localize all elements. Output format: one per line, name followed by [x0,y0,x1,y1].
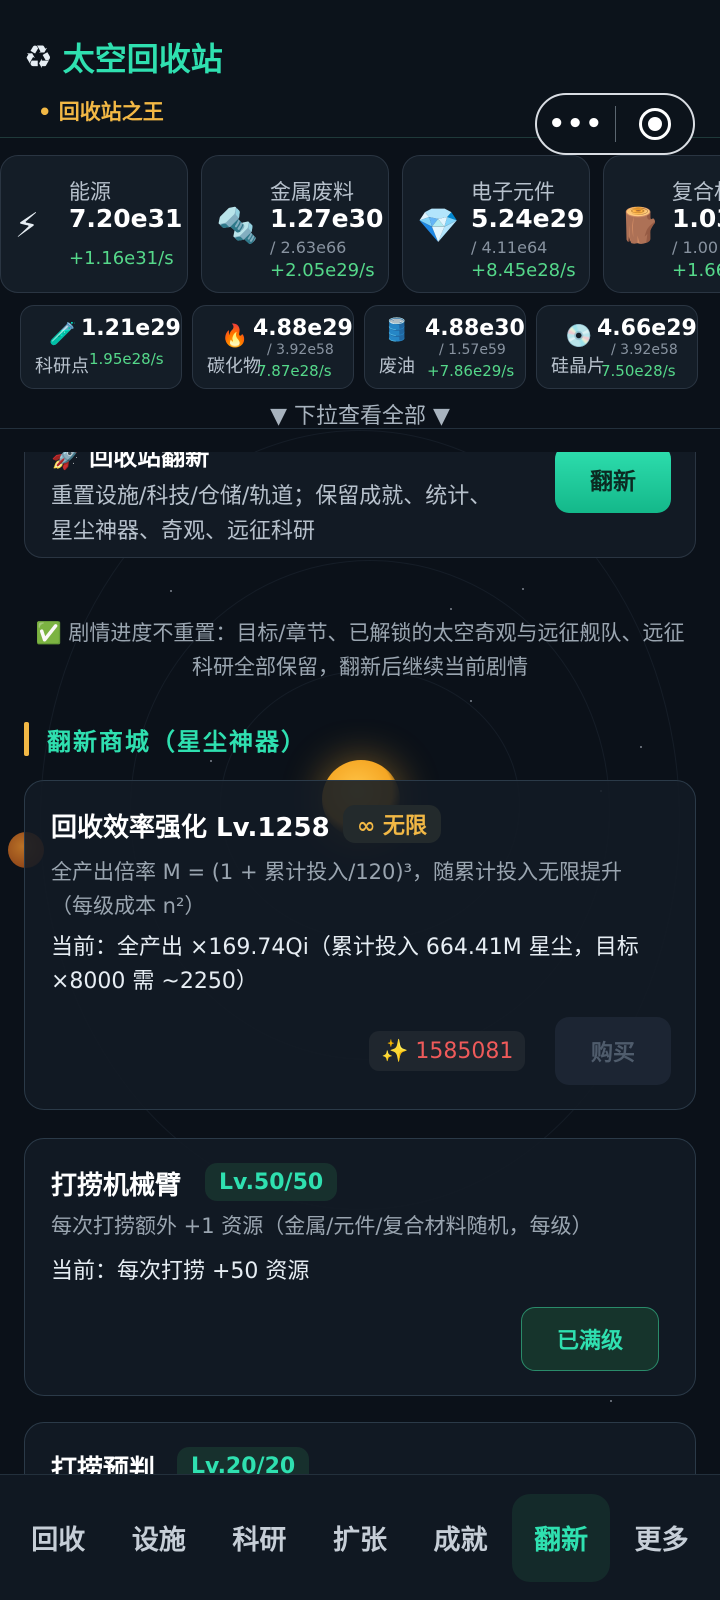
level-badge: Lv.20/20 [177,1447,310,1474]
resource-capacity: / 3.92e58 [267,342,334,358]
resource-value: 1.21e29 [81,316,181,341]
resource-name: 硅晶片 [551,356,605,377]
resource-name: 能源 [69,180,111,204]
disc-icon: 💿 [565,324,593,349]
nav-research[interactable]: 科研 [210,1494,308,1582]
nav-more[interactable]: 更多 [613,1494,711,1582]
refresh-panel-title: 🚀 回收站翻新 [51,452,210,471]
resource-card-silicon-wafer[interactable]: 💿 4.66e29 / 3.92e58 硅晶片 7.50e28/s [536,305,698,389]
resource-card-energy[interactable]: ⚡ 能源 7.20e31 +1.16e31/s [0,155,188,293]
resource-capacity: / 3.92e58 [611,342,678,358]
section-accent-bar [24,722,29,756]
resource-card-metal[interactable]: 🔩 金属废料 1.27e30 / 2.63e66 +2.05e29/s [201,155,389,293]
infinite-badge: ∞ 无限 [343,805,441,843]
shop-item-description: 每次打捞额外 +1 资源（金属/元件/复合材料随机，每级） [51,1214,593,1238]
more-menu-button[interactable]: ••• [537,109,615,139]
content-scroll-area[interactable]: 🚀 回收站翻新 重置设施/科技/仓储/轨道；保留成就、统计、星尘神器、奇观、远征… [0,452,720,1474]
main-resources: ⚡ 能源 7.20e31 +1.16e31/s 🔩 金属废料 1.27e30 /… [0,155,720,295]
resource-capacity: / 4.11e64 [471,238,548,257]
shop-item-current: 当前：全产出 ×169.74Qi（累计投入 664.41M 星尘，目标 ×800… [51,935,639,994]
gem-icon: 💎 [417,206,460,246]
resource-rate: +1.66 [672,260,720,281]
resource-card-carbide[interactable]: 🔥 4.88e29 / 3.92e58 碳化物 7.87e28/s [192,305,354,389]
resource-card-electronics[interactable]: 💎 电子元件 5.24e29 / 4.11e64 +8.45e28/s [402,155,590,293]
resource-value: 4.88e29 [253,316,353,341]
app-title-text: 太空回收站 [62,40,223,78]
player-title: • 回收站之王 [38,100,164,124]
expand-resources-hint[interactable]: ▼ 下拉查看全部 ▼ [0,398,720,430]
shop-item-efficiency: 回收效率强化 Lv.1258 ∞ 无限 全产出倍率 M = (1 + 累计投入/… [24,780,696,1110]
resource-name: 复合材 [672,180,720,204]
refresh-button[interactable]: 翻新 [555,452,671,513]
resource-value: 7.20e31 [69,204,183,233]
bottom-nav: 回收 设施 科研 扩张 成就 翻新 更多 [0,1474,720,1600]
resource-capacity: / 1.00 [672,238,719,257]
mini-program-capsule: ••• [535,93,695,155]
fire-icon: 🔥 [221,324,249,349]
resource-rate: 7.50e28/s [601,362,676,380]
maxed-button[interactable]: 已满级 [521,1307,659,1371]
recycle-icon: ♻ [24,38,53,76]
shop-item-current: 当前：每次打捞 +50 资源 [51,1259,310,1284]
cost-chip: ✨ 1585081 [369,1031,526,1071]
resource-name: 科研点 [35,356,89,377]
resource-value: 1.03 [672,204,720,233]
shop-item-salvage-arm: 打捞机械臂 Lv.50/50 每次打捞额外 +1 资源（金属/元件/复合材料随机… [24,1138,696,1396]
shop-item-description: 全产出倍率 M = (1 + 累计投入/120)³，随累计投入无限提升（每级成本… [51,860,623,918]
header-divider [0,428,720,429]
target-icon [638,108,671,140]
resource-value: 1.27e30 [270,204,384,233]
resource-name: 碳化物 [207,356,261,377]
secondary-resources: 🧪 1.21e29 科研点 1.95e28/s 🔥 4.88e29 / 3.92… [0,305,720,391]
resource-name: 废油 [379,356,415,377]
resource-rate: 1.95e28/s [89,350,164,368]
buy-button[interactable]: 购买 [555,1017,671,1085]
refresh-panel: 🚀 回收站翻新 重置设施/科技/仓储/轨道；保留成就、统计、星尘神器、奇观、远征… [24,452,696,558]
resource-rate: +2.05e29/s [270,260,375,281]
app-title: ♻ 太空回收站 [24,34,223,80]
nav-facilities[interactable]: 设施 [110,1494,208,1582]
shop-item-name: 打捞机械臂 [51,1171,182,1201]
resource-rate: 7.87e28/s [257,362,332,380]
close-capsule-button[interactable] [616,108,693,140]
resource-rate: +7.86e29/s [427,362,515,380]
resource-rate: +8.45e28/s [471,260,576,281]
nav-expand[interactable]: 扩张 [311,1494,409,1582]
resource-value: 4.88e30 [425,316,525,341]
progress-note: ✅ 剧情进度不重置：目标/章节、已解锁的太空奇观与远征舰队、远征科研全部保留，翻… [35,621,685,679]
shop-item-name: 回收效率强化 Lv.1258 [51,813,330,843]
resource-capacity: / 1.57e59 [439,342,506,358]
nav-refresh[interactable]: 翻新 [512,1493,611,1582]
resource-name: 电子元件 [471,180,555,204]
resource-name: 金属废料 [270,180,354,204]
resource-card-research[interactable]: 🧪 1.21e29 科研点 1.95e28/s [20,305,182,389]
resource-rate: +1.16e31/s [69,248,174,269]
resource-card-composite[interactable]: 🪵 复合材 1.03 / 1.00 +1.66 [603,155,720,293]
resource-card-waste-oil[interactable]: 🛢️ 4.88e30 / 1.57e59 废油 +7.86e29/s [364,305,526,389]
section-title-text: 翻新商城（星尘神器） [47,727,307,756]
oil-barrel-icon: 🛢️ [383,318,411,343]
refresh-panel-description: 重置设施/科技/仓储/轨道；保留成就、统计、星尘神器、奇观、远征科研 [51,484,492,544]
shop-item-name: 打捞预判 [51,1455,156,1474]
nav-achievements[interactable]: 成就 [412,1494,510,1582]
resource-capacity: / 2.63e66 [270,238,347,257]
bolt-icon: 🔩 [216,206,259,246]
level-badge: Lv.50/50 [205,1163,338,1201]
wood-icon: 🪵 [618,206,661,246]
test-tube-icon: 🧪 [49,322,77,347]
lightning-icon: ⚡ [15,206,39,246]
nav-recycle[interactable]: 回收 [9,1494,107,1582]
shop-item-salvage-predict: 打捞预判 Lv.20/20 [24,1422,696,1474]
shop-section-title: 翻新商城（星尘神器） [24,722,307,756]
resource-value: 5.24e29 [471,204,585,233]
resource-value: 4.66e29 [597,316,697,341]
